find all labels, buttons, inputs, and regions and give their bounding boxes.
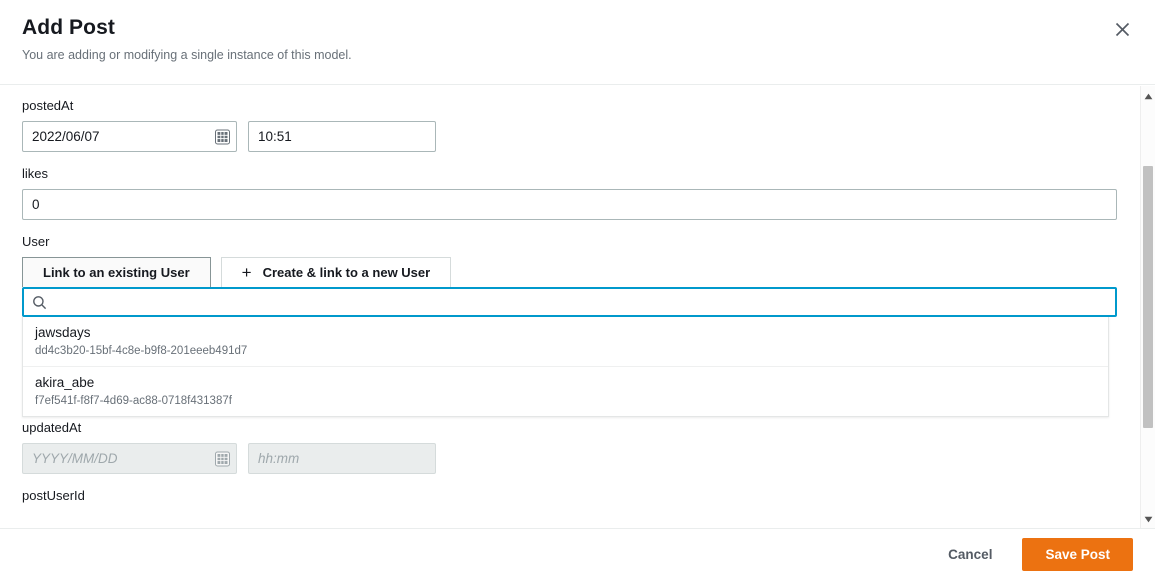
updated-at-date-wrap [22, 443, 237, 474]
post-user-id-label: postUserId [22, 488, 85, 503]
close-icon [1114, 21, 1131, 38]
updated-at-time-wrap [248, 443, 436, 474]
result-user-name: akira_abe [35, 375, 95, 390]
user-link-mode-tabs: Link to an existing User + Create & link… [22, 257, 1125, 287]
cancel-button[interactable]: Cancel [936, 540, 1004, 569]
likes-label: likes [22, 166, 49, 181]
vertical-scrollbar[interactable] [1140, 86, 1155, 529]
add-post-modal: Add Post You are adding or modifying a s… [0, 0, 1155, 579]
posted-at-date-input[interactable] [22, 121, 237, 152]
modal-body-scroll-area[interactable]: postedAt 2022/06/07 10:51 likes 0 User L… [0, 85, 1155, 528]
result-user-id: f7ef541f-f8f7-4d69-ac88-0718f431387f [35, 395, 232, 407]
modal-footer: Cancel Save Post [0, 528, 1155, 579]
scroll-down-arrow-icon[interactable] [1141, 511, 1155, 527]
tab-create-new-user[interactable]: + Create & link to a new User [220, 257, 452, 287]
result-user-id: dd4c3b20-15bf-4c8e-b9f8-201eeeb491d7 [35, 345, 248, 357]
likes-input[interactable] [22, 189, 1117, 220]
field-user: User Link to an existing User + Create &… [22, 233, 1125, 417]
save-post-button[interactable]: Save Post [1022, 537, 1133, 571]
user-search-box[interactable] [22, 287, 1117, 317]
close-button[interactable] [1107, 14, 1137, 44]
tab-create-new-user-label: Create & link to a new User [262, 265, 431, 280]
list-item[interactable]: jawsdays dd4c3b20-15bf-4c8e-b9f8-201eeeb… [23, 317, 1108, 366]
result-user-name: jawsdays [35, 325, 91, 340]
field-likes: likes [22, 165, 1125, 220]
user-label: User [22, 234, 50, 249]
updated-at-row [22, 443, 1125, 474]
user-search-results: jawsdays dd4c3b20-15bf-4c8e-b9f8-201eeeb… [22, 317, 1109, 417]
search-icon [32, 295, 47, 310]
modal-header: Add Post You are adding or modifying a s… [0, 0, 1155, 85]
list-item[interactable]: akira_abe f7ef541f-f8f7-4d69-ac88-0718f4… [23, 366, 1108, 416]
tab-link-existing-user-label: Link to an existing User [43, 265, 190, 280]
updated-at-time-input [248, 443, 436, 474]
updated-at-date-input [22, 443, 237, 474]
plus-icon: + [241, 263, 252, 282]
scroll-up-arrow-icon[interactable] [1141, 88, 1155, 104]
user-search-input[interactable] [54, 289, 1107, 315]
field-post-user-id: postUserId [22, 487, 1125, 505]
updated-at-label: updatedAt [22, 420, 82, 435]
posted-at-row [22, 121, 1125, 152]
posted-at-date-wrap [22, 121, 237, 152]
posted-at-time-wrap [248, 121, 436, 152]
field-posted-at: postedAt [22, 97, 1125, 152]
posted-at-label: postedAt [22, 98, 74, 113]
posted-at-time-input[interactable] [248, 121, 436, 152]
modal-subtitle: You are adding or modifying a single ins… [22, 48, 352, 62]
field-updated-at: updatedAt [22, 419, 1125, 474]
tab-link-existing-user[interactable]: Link to an existing User [22, 257, 211, 287]
page-title: Add Post [22, 16, 115, 39]
scrollbar-thumb[interactable] [1143, 166, 1153, 428]
